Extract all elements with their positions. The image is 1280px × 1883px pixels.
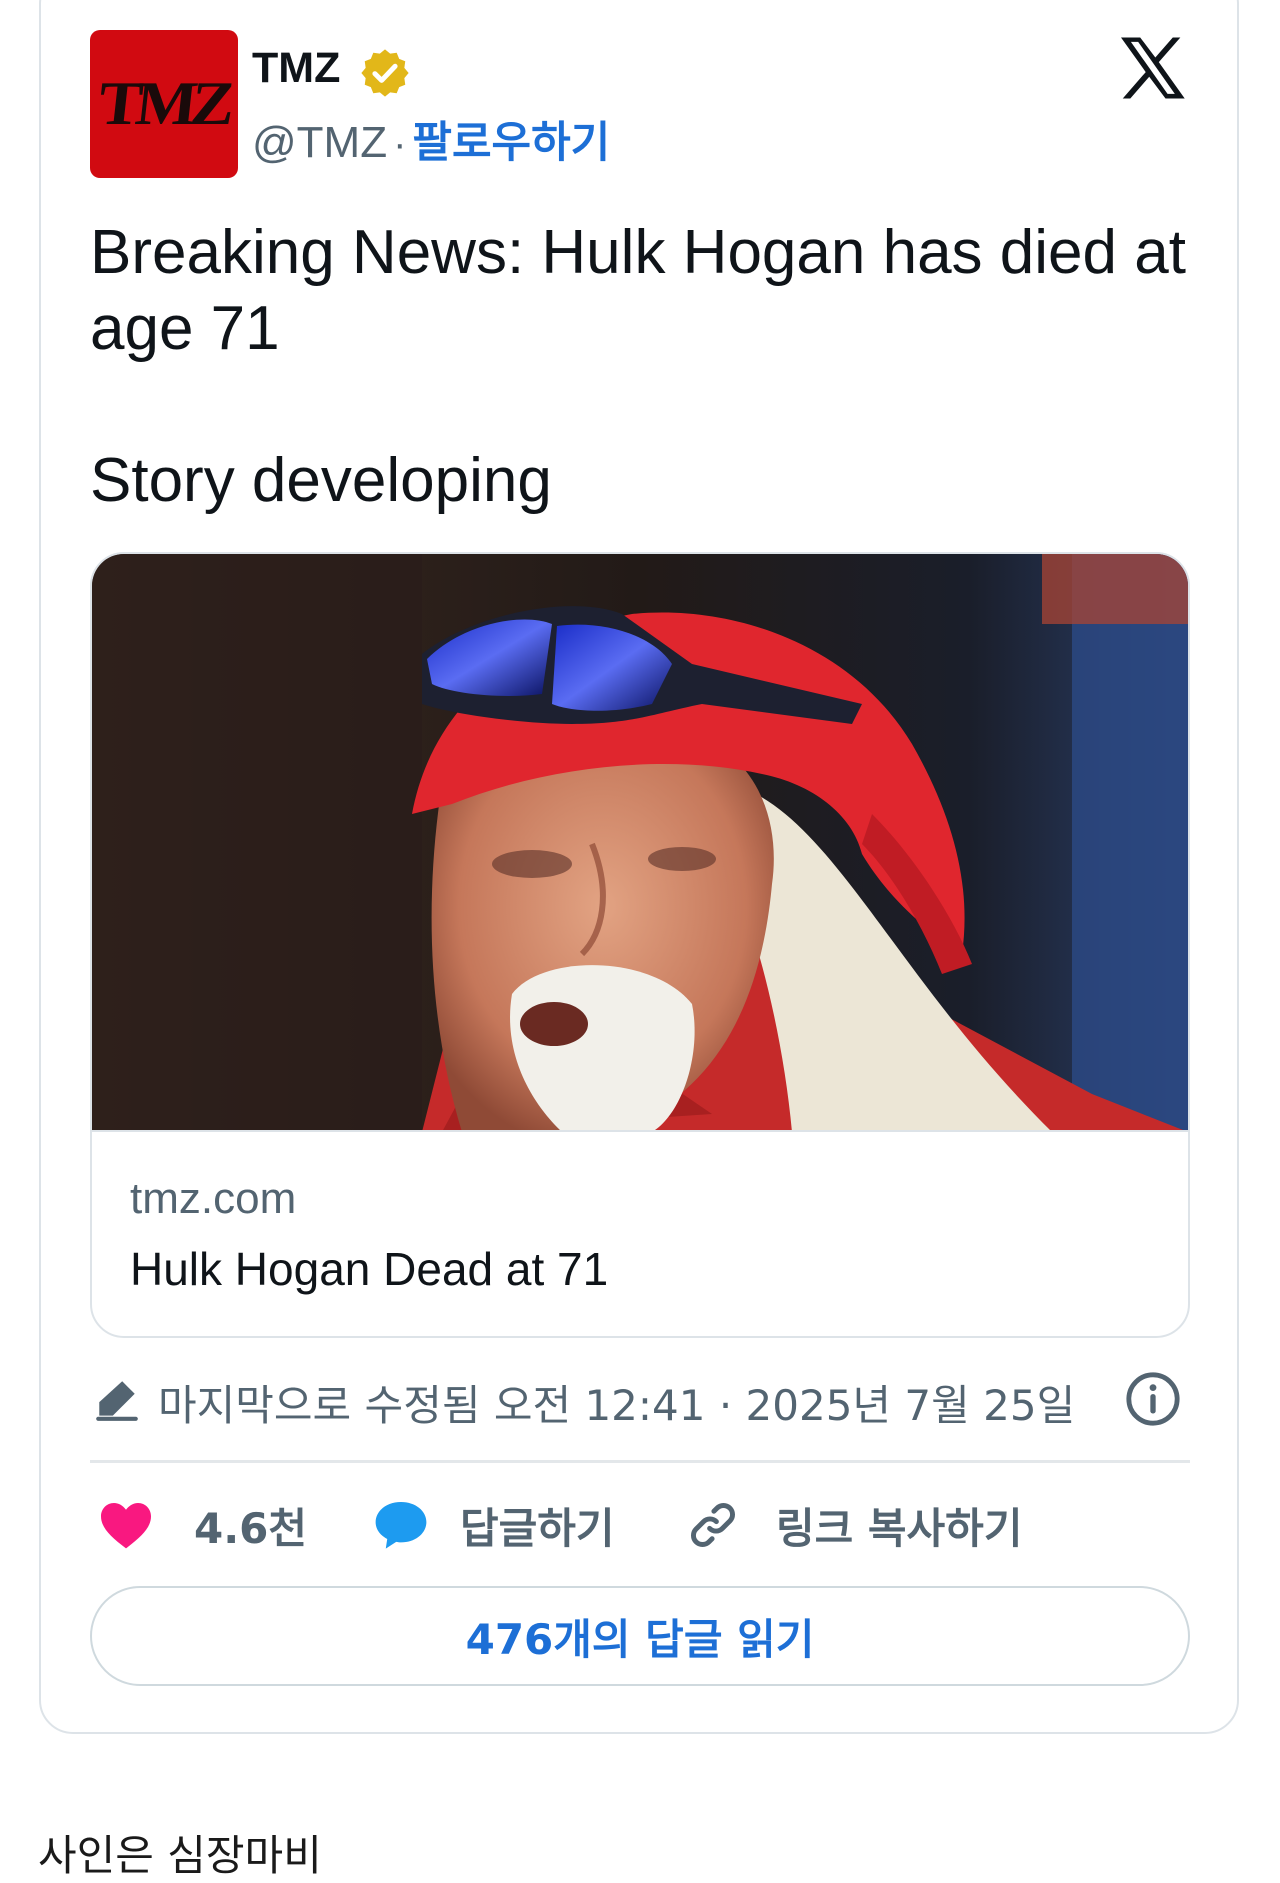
reply-button[interactable]: 답글하기 bbox=[372, 1490, 615, 1560]
link-preview-image[interactable] bbox=[92, 554, 1188, 1132]
post-caption: 사인은 심장마비 bbox=[38, 1831, 322, 1880]
display-name[interactable]: TMZ bbox=[252, 44, 340, 93]
link-domain: tmz.com bbox=[130, 1174, 297, 1223]
speech-bubble-icon bbox=[375, 1502, 427, 1549]
info-icon[interactable] bbox=[1124, 1370, 1182, 1428]
edited-timestamp-row: 마지막으로 수정됨 오전 12:41 · 2025년 7월 25일 bbox=[92, 1368, 1192, 1430]
edited-timestamp[interactable]: 마지막으로 수정됨 오전 12:41 · 2025년 7월 25일 bbox=[158, 1372, 1075, 1433]
divider bbox=[90, 1460, 1190, 1463]
copy-link-button[interactable]: 링크 복사하기 bbox=[686, 1490, 1022, 1560]
reply-label: 답글하기 bbox=[460, 1503, 615, 1553]
read-replies-button[interactable]: 476개의 답글 읽기 bbox=[90, 1586, 1190, 1686]
x-logo-icon[interactable] bbox=[1118, 36, 1188, 100]
user-handle[interactable]: @TMZ bbox=[252, 118, 387, 167]
heart-icon bbox=[101, 1502, 151, 1549]
follow-link[interactable]: 팔로우하기 bbox=[412, 118, 610, 168]
link-title[interactable]: Hulk Hogan Dead at 71 bbox=[130, 1242, 608, 1296]
tweet-line-status: Story developing bbox=[90, 446, 552, 515]
tweet-text: Breaking News: Hulk Hogan has died at ag… bbox=[90, 215, 1200, 519]
like-button[interactable]: 4.6천 bbox=[98, 1490, 307, 1560]
like-count: 4.6천 bbox=[194, 1503, 308, 1553]
copy-link-label: 링크 복사하기 bbox=[776, 1503, 1023, 1553]
separator-dot: · bbox=[393, 122, 407, 166]
verified-badge-icon bbox=[361, 49, 409, 97]
pencil-icon bbox=[96, 1381, 138, 1421]
avatar-logo-text: TMZ bbox=[95, 69, 233, 138]
tweet-line-headline: Breaking News: Hulk Hogan has died at ag… bbox=[90, 218, 1186, 363]
action-bar: 4.6천 답글하기 링크 복사하기 bbox=[90, 1490, 1190, 1560]
avatar[interactable]: TMZ bbox=[90, 30, 238, 178]
link-icon bbox=[691, 1503, 735, 1547]
link-card-divider bbox=[92, 1130, 1188, 1132]
handle-row: @TMZ · 팔로우하기 bbox=[252, 108, 610, 170]
link-preview-card[interactable]: tmz.com Hulk Hogan Dead at 71 bbox=[90, 552, 1190, 1338]
